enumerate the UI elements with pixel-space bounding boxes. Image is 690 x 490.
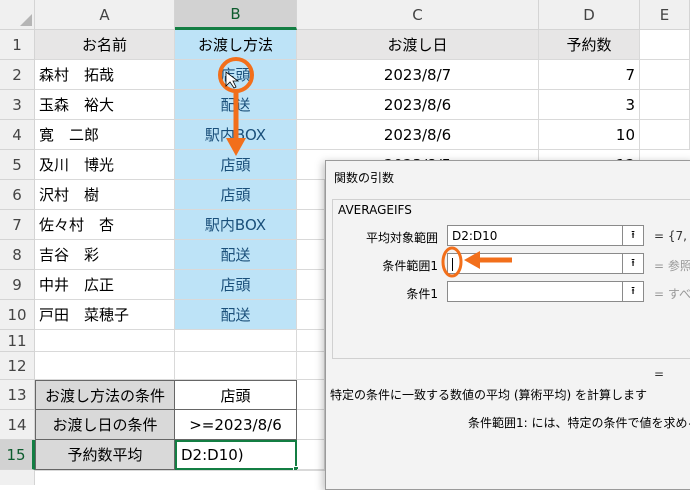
column-header-a[interactable]: A bbox=[35, 0, 175, 30]
cell-date[interactable]: 2023/8/7 bbox=[297, 60, 539, 90]
cell-count[interactable]: 3 bbox=[539, 90, 640, 120]
header-cell-name[interactable]: お名前 bbox=[35, 30, 175, 60]
average-formula-cell[interactable]: D2:D10) bbox=[175, 440, 297, 470]
cell-e3[interactable] bbox=[640, 90, 690, 120]
arg-result-2: = 参照 bbox=[654, 259, 690, 273]
row-header-10[interactable]: 10 bbox=[0, 300, 35, 330]
row-header-12[interactable]: 12 bbox=[0, 352, 35, 380]
cell-c15[interactable] bbox=[297, 440, 325, 470]
collapse-arrow-icon: ⭱ bbox=[631, 256, 635, 269]
column-header-d[interactable]: D bbox=[539, 0, 640, 30]
cell-method[interactable]: 配送 bbox=[175, 240, 297, 270]
arg-input-average-range[interactable]: D2:D10 bbox=[447, 225, 623, 246]
criteria-method-label[interactable]: お渡し方法の条件 bbox=[35, 380, 175, 410]
cell-name[interactable]: 中井 広正 bbox=[35, 270, 175, 300]
row-header-6[interactable]: 6 bbox=[0, 180, 35, 210]
cell-name[interactable]: 寛 二郎 bbox=[35, 120, 175, 150]
cell-c11[interactable] bbox=[297, 330, 325, 352]
cell-method[interactable]: 店頭 bbox=[175, 60, 297, 90]
collapse-arrow-icon: ⭱ bbox=[631, 284, 635, 297]
arg-result-1: = {7, bbox=[654, 229, 687, 243]
cell-count[interactable]: 10 bbox=[539, 120, 640, 150]
function-description: 特定の条件に一致する数値の平均 (算術平均) を計算します bbox=[330, 388, 647, 402]
cell-c13[interactable] bbox=[297, 380, 325, 410]
cell-date[interactable]: 2023/8/6 bbox=[297, 120, 539, 150]
cell-c14[interactable] bbox=[297, 410, 325, 440]
cell-method[interactable]: 店頭 bbox=[175, 270, 297, 300]
cell-c5-10[interactable] bbox=[297, 300, 325, 330]
row-header-2[interactable]: 2 bbox=[0, 60, 35, 90]
cell-name[interactable]: 玉森 裕大 bbox=[35, 90, 175, 120]
row-header-11[interactable]: 11 bbox=[0, 330, 35, 352]
column-header-b[interactable]: B bbox=[175, 0, 297, 30]
row-header-14[interactable]: 14 bbox=[0, 410, 35, 440]
row-header-8[interactable]: 8 bbox=[0, 240, 35, 270]
cell-name[interactable]: 戸田 菜穂子 bbox=[35, 300, 175, 330]
row-header-3[interactable]: 3 bbox=[0, 90, 35, 120]
cell-c5-10[interactable] bbox=[297, 210, 325, 240]
cell-name[interactable]: 森村 拓哉 bbox=[35, 60, 175, 90]
arg-label-criteria-range-1: 条件範囲1 bbox=[382, 259, 438, 273]
cell-name[interactable]: 佐々村 杏 bbox=[35, 210, 175, 240]
criteria-method-value[interactable]: 店頭 bbox=[175, 380, 297, 410]
select-all-triangle-icon bbox=[20, 14, 32, 26]
arg-input-criteria-1[interactable] bbox=[447, 281, 623, 302]
row-header-9[interactable]: 9 bbox=[0, 270, 35, 300]
cell-c5-10[interactable] bbox=[297, 270, 325, 300]
cell-date[interactable]: 2023/8/6 bbox=[297, 90, 539, 120]
column-header-e[interactable]: E bbox=[640, 0, 690, 30]
average-label[interactable]: 予約数平均 bbox=[35, 440, 175, 470]
cell-method[interactable]: 駅内BOX bbox=[175, 210, 297, 240]
arg-input-criteria-range-1[interactable] bbox=[447, 253, 623, 274]
collapse-dialog-button-3[interactable]: ⭱ bbox=[622, 281, 644, 302]
function-name: AVERAGEIFS bbox=[336, 203, 414, 217]
criteria-date-label[interactable]: お渡し日の条件 bbox=[35, 410, 175, 440]
header-cell-count[interactable]: 予約数 bbox=[539, 30, 640, 60]
row-header-16-stub bbox=[0, 470, 35, 485]
cell-method[interactable]: 配送 bbox=[175, 90, 297, 120]
row-header-5[interactable]: 5 bbox=[0, 150, 35, 180]
cell-c5-10[interactable] bbox=[297, 180, 325, 210]
cell-name[interactable]: 及川 博光 bbox=[35, 150, 175, 180]
cell-method[interactable]: 店頭 bbox=[175, 150, 297, 180]
cell-a11[interactable] bbox=[35, 330, 175, 352]
cell-method[interactable]: 店頭 bbox=[175, 180, 297, 210]
header-cell-method[interactable]: お渡し方法 bbox=[175, 30, 297, 60]
formula-result-equals: = bbox=[654, 367, 665, 381]
cell-b11[interactable] bbox=[175, 330, 297, 352]
cell-e1[interactable] bbox=[640, 30, 690, 60]
arg-label-criteria-1: 条件1 bbox=[406, 287, 438, 301]
collapse-dialog-button-1[interactable]: ⭱ bbox=[622, 225, 644, 246]
text-cursor-caret bbox=[452, 258, 453, 271]
cell-e2[interactable] bbox=[640, 60, 690, 90]
cell-method[interactable]: 配送 bbox=[175, 300, 297, 330]
arg-result-3: = すべ bbox=[654, 287, 690, 301]
dialog-title: 関数の引数 bbox=[334, 171, 395, 185]
header-cell-date[interactable]: お渡し日 bbox=[297, 30, 539, 60]
row-header-13[interactable]: 13 bbox=[0, 380, 35, 410]
cell-c12[interactable] bbox=[297, 352, 325, 380]
criteria-date-value[interactable]: >=2023/8/6 bbox=[175, 410, 297, 440]
collapse-dialog-button-2[interactable]: ⭱ bbox=[622, 253, 644, 274]
cell-a12[interactable] bbox=[35, 352, 175, 380]
argument-help-text: 条件範囲1: には、特定の条件で値を求める対 bbox=[468, 416, 690, 430]
column-header-c[interactable]: C bbox=[297, 0, 539, 30]
row-header-4[interactable]: 4 bbox=[0, 120, 35, 150]
collapse-arrow-icon: ⭱ bbox=[631, 228, 635, 241]
cell-e4[interactable] bbox=[640, 120, 690, 150]
cell-count[interactable]: 7 bbox=[539, 60, 640, 90]
cell-name[interactable]: 沢村 樹 bbox=[35, 180, 175, 210]
dialog-group-box bbox=[332, 199, 690, 359]
cell-c5-10[interactable] bbox=[297, 240, 325, 270]
row-header-7[interactable]: 7 bbox=[0, 210, 35, 240]
cell-b12[interactable] bbox=[175, 352, 297, 380]
cell-name[interactable]: 吉谷 彩 bbox=[35, 240, 175, 270]
row-header-15[interactable]: 15 bbox=[0, 440, 35, 470]
cell-method[interactable]: 駅内BOX bbox=[175, 120, 297, 150]
function-arguments-dialog: 関数の引数 AVERAGEIFS 平均対象範囲 D2:D10 ⭱ = {7, 条… bbox=[325, 160, 690, 490]
arg-label-average-range: 平均対象範囲 bbox=[365, 231, 438, 245]
row-header-1[interactable]: 1 bbox=[0, 30, 35, 60]
